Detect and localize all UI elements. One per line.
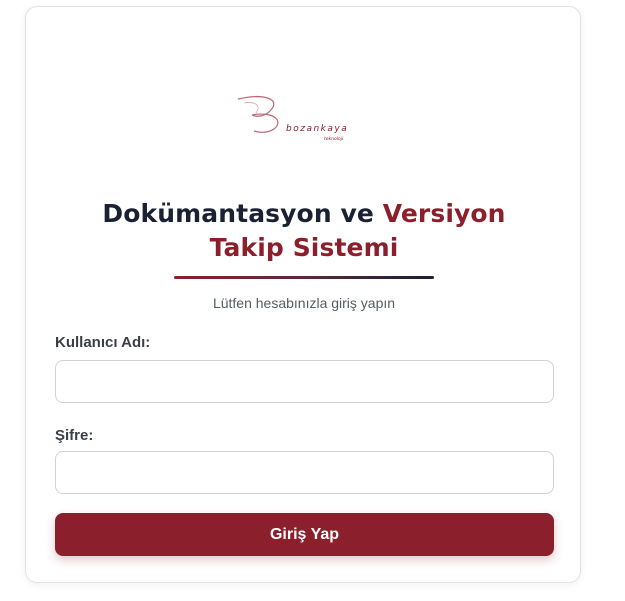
- page-title: Dokümantasyon ve Versiyon Takip Sistemi: [26, 197, 582, 265]
- title-accent-takip: Takip Sistemi: [209, 233, 399, 262]
- password-label: Şifre:: [55, 427, 94, 444]
- login-card: bozankaya teknoloji Dokümantasyon ve Ver…: [25, 6, 581, 583]
- username-label: Kullanıcı Adı:: [55, 334, 151, 351]
- title-accent-versiyon: Versiyon: [382, 199, 506, 228]
- company-logo: bozankaya teknoloji: [234, 89, 374, 145]
- password-input[interactable]: [55, 451, 554, 494]
- logo-icon: bozankaya teknoloji: [237, 96, 348, 142]
- title-text: Dokümantasyon ve: [102, 199, 383, 228]
- logo-tagline: teknoloji: [324, 136, 344, 142]
- login-subtitle: Lütfen hesabınızla giriş yapın: [212, 295, 396, 311]
- title-underline: [174, 276, 434, 279]
- login-button[interactable]: Giriş Yap: [55, 513, 554, 556]
- username-input[interactable]: [55, 360, 554, 403]
- logo-brand-text: bozankaya: [286, 124, 348, 134]
